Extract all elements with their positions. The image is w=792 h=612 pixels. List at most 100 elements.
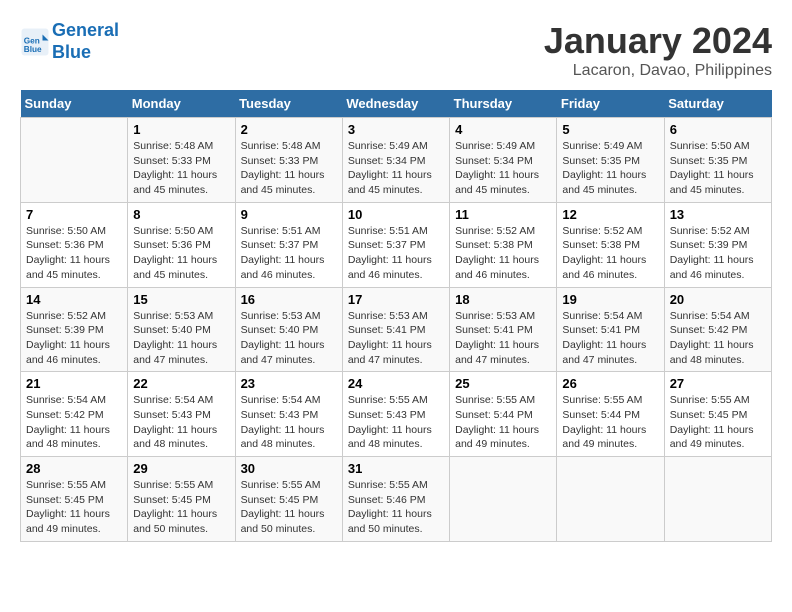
day-info: Sunrise: 5:53 AM Sunset: 5:41 PM Dayligh… xyxy=(348,309,444,368)
week-row-4: 21 Sunrise: 5:54 AM Sunset: 5:42 PM Dayli… xyxy=(21,372,772,457)
day-number: 29 xyxy=(133,461,229,476)
day-info: Sunrise: 5:55 AM Sunset: 5:44 PM Dayligh… xyxy=(562,393,658,452)
header-day-tuesday: Tuesday xyxy=(235,90,342,118)
header-day-saturday: Saturday xyxy=(664,90,771,118)
day-info: Sunrise: 5:49 AM Sunset: 5:34 PM Dayligh… xyxy=(455,139,551,198)
logo-text: General Blue xyxy=(52,20,119,63)
day-number: 11 xyxy=(455,207,551,222)
day-number: 27 xyxy=(670,376,766,391)
calendar-cell: 20 Sunrise: 5:54 AM Sunset: 5:42 PM Dayli… xyxy=(664,287,771,372)
day-number: 10 xyxy=(348,207,444,222)
page-header: Gen Blue General Blue January 2024 Lacar… xyxy=(20,20,772,80)
calendar-cell: 18 Sunrise: 5:53 AM Sunset: 5:41 PM Dayli… xyxy=(450,287,557,372)
day-number: 2 xyxy=(241,122,337,137)
header-day-wednesday: Wednesday xyxy=(342,90,449,118)
calendar-cell: 29Sunrise: 5:55 AM Sunset: 5:45 PM Dayli… xyxy=(128,457,235,542)
calendar-cell: 5Sunrise: 5:49 AM Sunset: 5:35 PM Daylig… xyxy=(557,118,664,203)
day-number: 26 xyxy=(562,376,658,391)
day-info: Sunrise: 5:54 AM Sunset: 5:43 PM Dayligh… xyxy=(241,393,337,452)
day-number: 18 xyxy=(455,292,551,307)
day-number: 3 xyxy=(348,122,444,137)
calendar-cell: 30Sunrise: 5:55 AM Sunset: 5:45 PM Dayli… xyxy=(235,457,342,542)
day-info: Sunrise: 5:54 AM Sunset: 5:42 PM Dayligh… xyxy=(26,393,122,452)
calendar-cell: 27 Sunrise: 5:55 AM Sunset: 5:45 PM Dayli… xyxy=(664,372,771,457)
calendar-cell: 4 Sunrise: 5:49 AM Sunset: 5:34 PM Daylig… xyxy=(450,118,557,203)
calendar-cell: 24 Sunrise: 5:55 AM Sunset: 5:43 PM Dayli… xyxy=(342,372,449,457)
day-number: 24 xyxy=(348,376,444,391)
calendar-cell: 1 Sunrise: 5:48 AM Sunset: 5:33 PM Daylig… xyxy=(128,118,235,203)
day-info: Sunrise: 5:53 AM Sunset: 5:40 PM Dayligh… xyxy=(241,309,337,368)
calendar-cell: 31Sunrise: 5:55 AM Sunset: 5:46 PM Dayli… xyxy=(342,457,449,542)
day-number: 9 xyxy=(241,207,337,222)
calendar-cell: 21 Sunrise: 5:54 AM Sunset: 5:42 PM Dayli… xyxy=(21,372,128,457)
day-info: Sunrise: 5:55 AM Sunset: 5:45 PM Dayligh… xyxy=(241,478,337,537)
day-info: Sunrise: 5:55 AM Sunset: 5:44 PM Dayligh… xyxy=(455,393,551,452)
calendar-cell: 8 Sunrise: 5:50 AM Sunset: 5:36 PM Daylig… xyxy=(128,202,235,287)
header-day-friday: Friday xyxy=(557,90,664,118)
day-info: Sunrise: 5:48 AM Sunset: 5:33 PM Dayligh… xyxy=(133,139,229,198)
day-number: 20 xyxy=(670,292,766,307)
calendar-cell: 15 Sunrise: 5:53 AM Sunset: 5:40 PM Dayli… xyxy=(128,287,235,372)
calendar-cell: 11Sunrise: 5:52 AM Sunset: 5:38 PM Dayli… xyxy=(450,202,557,287)
day-info: Sunrise: 5:54 AM Sunset: 5:41 PM Dayligh… xyxy=(562,309,658,368)
calendar-cell: 9 Sunrise: 5:51 AM Sunset: 5:37 PM Daylig… xyxy=(235,202,342,287)
day-number: 16 xyxy=(241,292,337,307)
calendar-cell: 22Sunrise: 5:54 AM Sunset: 5:43 PM Dayli… xyxy=(128,372,235,457)
calendar-cell: 6Sunrise: 5:50 AM Sunset: 5:35 PM Daylig… xyxy=(664,118,771,203)
day-number: 23 xyxy=(241,376,337,391)
day-info: Sunrise: 5:53 AM Sunset: 5:41 PM Dayligh… xyxy=(455,309,551,368)
header-row: SundayMondayTuesdayWednesdayThursdayFrid… xyxy=(21,90,772,118)
day-number: 22 xyxy=(133,376,229,391)
week-row-3: 14Sunrise: 5:52 AM Sunset: 5:39 PM Dayli… xyxy=(21,287,772,372)
calendar-cell: 16 Sunrise: 5:53 AM Sunset: 5:40 PM Dayli… xyxy=(235,287,342,372)
calendar-cell xyxy=(557,457,664,542)
day-number: 13 xyxy=(670,207,766,222)
week-row-1: 1 Sunrise: 5:48 AM Sunset: 5:33 PM Daylig… xyxy=(21,118,772,203)
header-day-thursday: Thursday xyxy=(450,90,557,118)
day-number: 25 xyxy=(455,376,551,391)
calendar-cell xyxy=(664,457,771,542)
day-number: 8 xyxy=(133,207,229,222)
calendar-cell: 17 Sunrise: 5:53 AM Sunset: 5:41 PM Dayli… xyxy=(342,287,449,372)
day-info: Sunrise: 5:53 AM Sunset: 5:40 PM Dayligh… xyxy=(133,309,229,368)
calendar-cell xyxy=(21,118,128,203)
calendar-cell xyxy=(450,457,557,542)
calendar-title: January 2024 xyxy=(544,20,772,62)
calendar-cell: 7Sunrise: 5:50 AM Sunset: 5:36 PM Daylig… xyxy=(21,202,128,287)
day-info: Sunrise: 5:50 AM Sunset: 5:36 PM Dayligh… xyxy=(133,224,229,283)
location-subtitle: Lacaron, Davao, Philippines xyxy=(544,62,772,80)
day-number: 14 xyxy=(26,292,122,307)
header-day-monday: Monday xyxy=(128,90,235,118)
day-info: Sunrise: 5:55 AM Sunset: 5:45 PM Dayligh… xyxy=(670,393,766,452)
calendar-cell: 3 Sunrise: 5:49 AM Sunset: 5:34 PM Daylig… xyxy=(342,118,449,203)
day-number: 17 xyxy=(348,292,444,307)
day-number: 12 xyxy=(562,207,658,222)
day-number: 7 xyxy=(26,207,122,222)
calendar-cell: 14Sunrise: 5:52 AM Sunset: 5:39 PM Dayli… xyxy=(21,287,128,372)
day-info: Sunrise: 5:52 AM Sunset: 5:38 PM Dayligh… xyxy=(562,224,658,283)
calendar-cell: 13 Sunrise: 5:52 AM Sunset: 5:39 PM Dayli… xyxy=(664,202,771,287)
day-info: Sunrise: 5:55 AM Sunset: 5:45 PM Dayligh… xyxy=(26,478,122,537)
header-day-sunday: Sunday xyxy=(21,90,128,118)
week-row-2: 7 Sunrise: 5:50 AM Sunset: 5:36 PM Daylig… xyxy=(21,202,772,287)
day-info: Sunrise: 5:55 AM Sunset: 5:46 PM Dayligh… xyxy=(348,478,444,537)
calendar-cell: 2Sunrise: 5:48 AM Sunset: 5:33 PM Daylig… xyxy=(235,118,342,203)
day-number: 21 xyxy=(26,376,122,391)
day-number: 19 xyxy=(562,292,658,307)
day-number: 1 xyxy=(133,122,229,137)
day-number: 15 xyxy=(133,292,229,307)
day-number: 4 xyxy=(455,122,551,137)
day-info: Sunrise: 5:52 AM Sunset: 5:39 PM Dayligh… xyxy=(670,224,766,283)
day-info: Sunrise: 5:54 AM Sunset: 5:42 PM Dayligh… xyxy=(670,309,766,368)
day-info: Sunrise: 5:51 AM Sunset: 5:37 PM Dayligh… xyxy=(241,224,337,283)
day-info: Sunrise: 5:51 AM Sunset: 5:37 PM Dayligh… xyxy=(348,224,444,283)
calendar-cell: 26 Sunrise: 5:55 AM Sunset: 5:44 PM Dayli… xyxy=(557,372,664,457)
day-info: Sunrise: 5:55 AM Sunset: 5:43 PM Dayligh… xyxy=(348,393,444,452)
logo-icon: Gen Blue xyxy=(20,27,50,57)
day-info: Sunrise: 5:49 AM Sunset: 5:34 PM Dayligh… xyxy=(348,139,444,198)
calendar-cell: 23 Sunrise: 5:54 AM Sunset: 5:43 PM Dayli… xyxy=(235,372,342,457)
calendar-table: SundayMondayTuesdayWednesdayThursdayFrid… xyxy=(20,90,772,542)
calendar-cell: 12 Sunrise: 5:52 AM Sunset: 5:38 PM Dayli… xyxy=(557,202,664,287)
day-info: Sunrise: 5:50 AM Sunset: 5:35 PM Dayligh… xyxy=(670,139,766,198)
calendar-cell: 10 Sunrise: 5:51 AM Sunset: 5:37 PM Dayli… xyxy=(342,202,449,287)
